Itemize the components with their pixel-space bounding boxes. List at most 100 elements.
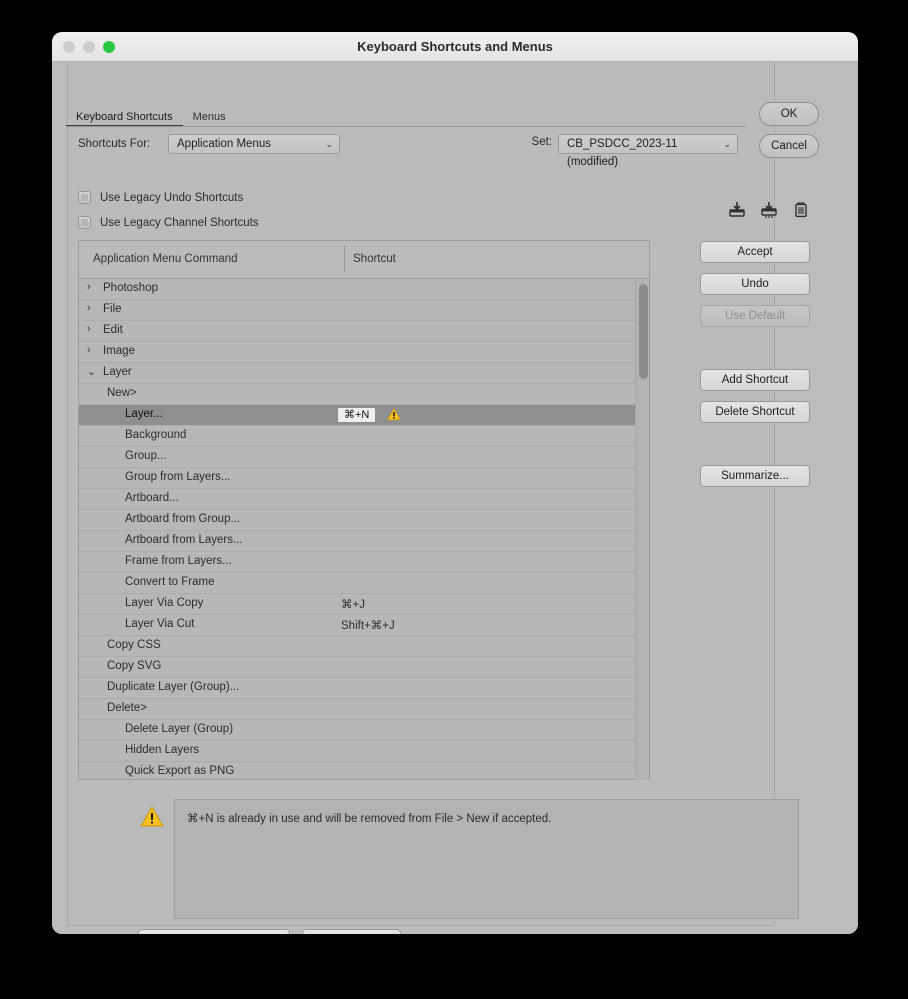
menu-command-label: Group... xyxy=(125,450,167,462)
menu-command-label: Frame from Layers... xyxy=(125,555,232,567)
table-row[interactable]: Group from Layers... xyxy=(79,468,649,489)
table-row[interactable]: Artboard from Group... xyxy=(79,510,649,531)
window-title: Keyboard Shortcuts and Menus xyxy=(357,39,553,54)
table-row[interactable]: Artboard from Layers... xyxy=(79,531,649,552)
use-legacy-undo-shortcuts-label: Use Legacy Undo Shortcuts xyxy=(100,192,244,204)
column-header-shortcut: Shortcut xyxy=(353,253,396,265)
use-legacy-channel-shortcuts-row[interactable]: Use Legacy Channel Shortcuts xyxy=(78,216,259,229)
table-row[interactable]: Copy CSS xyxy=(79,636,649,657)
tab-keyboard-shortcuts[interactable]: Keyboard Shortcuts xyxy=(66,108,183,126)
window-body: Keyboard Shortcuts Menus Shortcuts For: … xyxy=(52,62,858,934)
ok-button[interactable]: OK xyxy=(759,102,819,126)
table-row[interactable]: › Image xyxy=(79,342,649,363)
shortcuts-for-row: Shortcuts For: Application Menus ⌄ Set: … xyxy=(78,134,738,168)
list-header: Application Menu Command Shortcut xyxy=(79,241,649,279)
table-row[interactable]: Layer Via Cut Shift+⌘+J xyxy=(79,615,649,636)
menu-command-label: New> xyxy=(107,387,137,399)
menu-command-label: Artboard from Group... xyxy=(125,513,241,525)
menu-command-label: Layer Via Copy xyxy=(125,597,204,609)
zoom-button[interactable] xyxy=(103,41,115,53)
undo-changes-button[interactable]: Undo Changes xyxy=(302,929,401,934)
table-row[interactable]: New> xyxy=(79,384,649,405)
use-legacy-undo-shortcuts-row[interactable]: Use Legacy Undo Shortcuts xyxy=(78,191,243,204)
chevron-right-icon[interactable]: › xyxy=(87,344,91,356)
set-toolbar xyxy=(728,201,810,219)
table-row[interactable]: Duplicate Layer (Group)... xyxy=(79,678,649,699)
menu-command-label: Convert to Frame xyxy=(125,576,215,588)
menu-command-label: Duplicate Layer (Group)... xyxy=(107,681,240,693)
tab-menus[interactable]: Menus xyxy=(183,108,236,126)
shortcut-label: Shift+⌘+J xyxy=(341,620,395,632)
table-row[interactable]: Convert to Frame xyxy=(79,573,649,594)
accept-button[interactable]: Accept xyxy=(700,241,810,263)
keyboard-shortcuts-window: Keyboard Shortcuts and Menus Keyboard Sh… xyxy=(52,32,858,934)
table-row[interactable]: › File xyxy=(79,300,649,321)
use-legacy-undo-shortcuts-checkbox[interactable] xyxy=(78,191,91,204)
chevron-down-icon: ⌄ xyxy=(325,139,333,149)
shortcuts-for-value: Application Menus xyxy=(177,138,271,150)
table-row[interactable]: ⌄ Layer xyxy=(79,363,649,384)
set-select[interactable]: CB_PSDCC_2023-11 (modified) ⌄ xyxy=(558,134,738,168)
add-shortcut-button[interactable]: Add Shortcut xyxy=(700,369,810,391)
list-scrollbar[interactable] xyxy=(635,280,649,780)
table-row[interactable]: Delete Layer (Group) xyxy=(79,720,649,741)
menu-command-label: Group from Layers... xyxy=(125,471,231,483)
menu-command-label: Delete Layer (Group) xyxy=(125,723,234,735)
traffic-lights xyxy=(63,41,115,53)
table-row[interactable]: Frame from Layers... xyxy=(79,552,649,573)
table-row[interactable]: Quick Export as PNG xyxy=(79,762,649,779)
table-row[interactable]: Layer Via Copy ⌘+J xyxy=(79,594,649,615)
window-titlebar: Keyboard Shortcuts and Menus xyxy=(52,32,858,62)
delete-set-icon[interactable] xyxy=(792,201,810,219)
close-button[interactable] xyxy=(63,41,75,53)
list-body[interactable]: › Photoshop › File › Edit › Image ⌄ Layer New> Laye… xyxy=(79,279,649,779)
menu-command-label: Copy SVG xyxy=(107,660,162,672)
warning-triangle-icon xyxy=(140,806,164,833)
undo-button[interactable]: Undo xyxy=(700,273,810,295)
save-set-icon[interactable] xyxy=(728,201,746,219)
table-row[interactable]: Group... xyxy=(79,447,649,468)
menu-command-label: Copy CSS xyxy=(107,639,161,651)
menu-command-label: Background xyxy=(125,429,187,441)
chevron-right-icon[interactable]: › xyxy=(87,281,91,293)
menu-command-label: Photoshop xyxy=(103,282,158,294)
table-row[interactable]: › Edit xyxy=(79,321,649,342)
menu-command-label: Image xyxy=(103,345,135,357)
chevron-right-icon[interactable]: › xyxy=(87,302,91,314)
menu-command-label: File xyxy=(103,303,122,315)
table-row[interactable]: Artboard... xyxy=(79,489,649,510)
chevron-down-icon: ⌄ xyxy=(723,139,731,149)
delete-shortcut-button[interactable]: Delete Shortcut xyxy=(700,401,810,423)
conflict-message: ⌘+N is already in use and will be remove… xyxy=(187,813,552,825)
table-row[interactable]: Background xyxy=(79,426,649,447)
menu-command-label: Edit xyxy=(103,324,123,336)
accept-and-go-to-conflict-button[interactable]: Accept and Go to Conflict xyxy=(138,929,291,934)
use-legacy-channel-shortcuts-label: Use Legacy Channel Shortcuts xyxy=(100,217,259,229)
table-row[interactable]: › Photoshop xyxy=(79,279,649,300)
cancel-button[interactable]: Cancel xyxy=(759,134,819,158)
shortcut-input[interactable]: ⌘+N xyxy=(337,407,377,423)
table-row[interactable]: Layer... ⌘+N xyxy=(79,405,649,426)
shortcuts-for-select[interactable]: Application Menus ⌄ xyxy=(168,134,340,154)
use-legacy-channel-shortcuts-checkbox[interactable] xyxy=(78,216,91,229)
table-row[interactable]: Delete> xyxy=(79,699,649,720)
menu-command-label: Delete> xyxy=(107,702,147,714)
chevron-down-icon[interactable]: ⌄ xyxy=(87,365,96,378)
summarize-button[interactable]: Summarize... xyxy=(700,465,810,487)
use-default-button: Use Default xyxy=(700,305,810,327)
scrollbar-thumb[interactable] xyxy=(639,284,648,379)
menu-command-label: Quick Export as PNG xyxy=(125,765,235,777)
menu-command-label: Layer xyxy=(103,366,132,378)
menu-command-label: Artboard from Layers... xyxy=(125,534,243,546)
minimize-button[interactable] xyxy=(83,41,95,53)
shortcuts-list: Application Menu Command Shortcut › Photo… xyxy=(78,240,650,780)
menu-command-label: Layer... xyxy=(125,408,163,420)
chevron-right-icon[interactable]: › xyxy=(87,323,91,335)
tab-bar: Keyboard Shortcuts Menus xyxy=(66,108,746,127)
shortcut-label: ⌘+J xyxy=(341,599,365,611)
table-row[interactable]: Hidden Layers xyxy=(79,741,649,762)
table-row[interactable]: Copy SVG xyxy=(79,657,649,678)
menu-command-label: Layer Via Cut xyxy=(125,618,195,630)
save-set-as-icon[interactable] xyxy=(760,201,778,219)
menu-command-label: Hidden Layers xyxy=(125,744,200,756)
